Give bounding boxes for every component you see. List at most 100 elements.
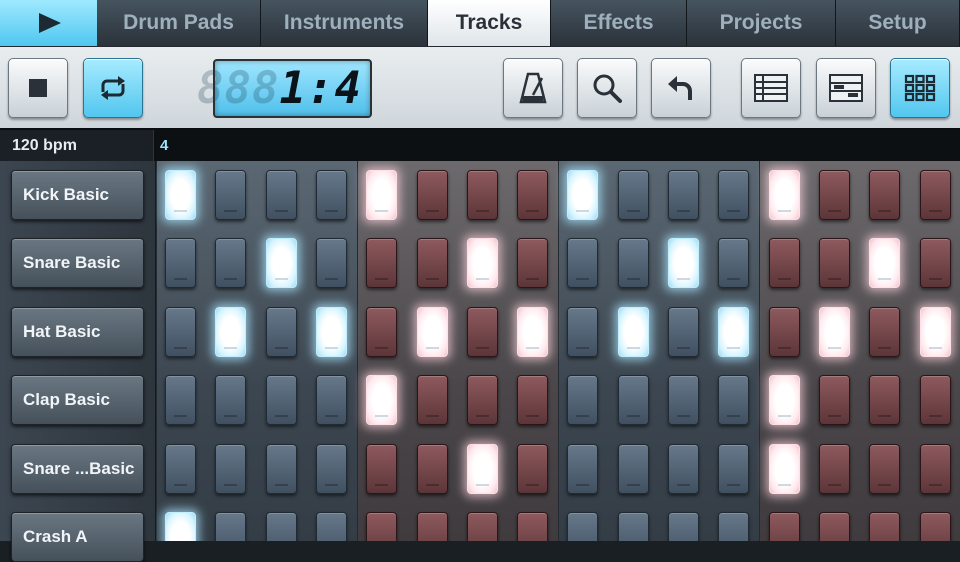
track-button[interactable]: Snare Basic [11,238,144,288]
tab-tracks[interactable]: Tracks [428,0,551,46]
track-button[interactable]: Crash A [11,512,144,562]
tab-projects[interactable]: Projects [687,0,836,46]
step-pad[interactable] [920,238,951,288]
step-pad[interactable] [165,375,196,425]
step-pad[interactable] [718,170,749,220]
step-pad[interactable] [316,375,347,425]
step-pad[interactable] [266,375,297,425]
step-pad[interactable] [567,170,598,220]
step-pad[interactable] [869,170,900,220]
step-pad[interactable] [920,375,951,425]
step-pad[interactable] [668,375,699,425]
step-pad[interactable] [819,307,850,357]
step-pad[interactable] [215,238,246,288]
step-pad[interactable] [215,512,246,541]
step-pad[interactable] [819,512,850,541]
step-pad[interactable] [215,444,246,494]
step-pad[interactable] [618,375,649,425]
step-pad[interactable] [869,307,900,357]
piano-roll-view-button[interactable] [816,58,876,118]
grid-view-button[interactable] [890,58,950,118]
step-pad[interactable] [920,307,951,357]
step-pad[interactable] [366,307,397,357]
step-pad[interactable] [920,512,951,541]
step-pad[interactable] [718,375,749,425]
step-pad[interactable] [618,307,649,357]
step-pad[interactable] [567,444,598,494]
step-pad[interactable] [467,307,498,357]
metronome-button[interactable] [503,58,563,118]
step-pad[interactable] [417,307,448,357]
step-pad[interactable] [517,444,548,494]
step-pad[interactable] [417,512,448,541]
step-pad[interactable] [215,170,246,220]
step-pad[interactable] [819,375,850,425]
tab-drum-pads[interactable]: Drum Pads [97,0,261,46]
step-pad[interactable] [266,512,297,541]
step-pad[interactable] [467,512,498,541]
track-button[interactable]: Clap Basic [11,375,144,425]
step-pad[interactable] [215,375,246,425]
search-button[interactable] [577,58,637,118]
step-pad[interactable] [165,170,196,220]
step-pad[interactable] [366,375,397,425]
step-pad[interactable] [819,170,850,220]
step-pad[interactable] [769,170,800,220]
step-pad[interactable] [819,238,850,288]
tab-effects[interactable]: Effects [551,0,687,46]
step-pad[interactable] [668,238,699,288]
step-pad[interactable] [668,444,699,494]
step-pad[interactable] [417,170,448,220]
step-pad[interactable] [618,238,649,288]
step-pad[interactable] [266,444,297,494]
track-button[interactable]: Kick Basic [11,170,144,220]
stop-button[interactable] [8,58,68,118]
step-pad[interactable] [417,238,448,288]
step-pad[interactable] [316,444,347,494]
step-pad[interactable] [819,444,850,494]
step-pad[interactable] [869,512,900,541]
step-pad[interactable] [567,375,598,425]
step-pad[interactable] [467,375,498,425]
step-pad[interactable] [769,238,800,288]
step-pad[interactable] [769,444,800,494]
track-button[interactable]: Snare ...Basic [11,444,144,494]
step-pad[interactable] [618,170,649,220]
tab-instruments[interactable]: Instruments [261,0,428,46]
step-pad[interactable] [316,512,347,541]
step-pad[interactable] [467,444,498,494]
step-pad[interactable] [769,512,800,541]
step-pad[interactable] [215,307,246,357]
step-pad[interactable] [366,238,397,288]
step-pad[interactable] [417,444,448,494]
step-pad[interactable] [165,512,196,541]
step-pad[interactable] [769,375,800,425]
step-pad[interactable] [417,375,448,425]
step-pad[interactable] [316,170,347,220]
play-button[interactable] [0,0,98,46]
list-view-button[interactable] [741,58,801,118]
step-pad[interactable] [517,512,548,541]
step-pad[interactable] [869,238,900,288]
step-pad[interactable] [769,307,800,357]
loop-button[interactable] [83,58,143,118]
step-pad[interactable] [165,238,196,288]
step-pad[interactable] [718,238,749,288]
undo-button[interactable] [651,58,711,118]
step-pad[interactable] [366,170,397,220]
step-pad[interactable] [467,170,498,220]
step-pad[interactable] [920,444,951,494]
step-pad[interactable] [366,512,397,541]
step-pad[interactable] [718,307,749,357]
step-pad[interactable] [517,307,548,357]
step-pad[interactable] [567,238,598,288]
step-pad[interactable] [165,307,196,357]
step-pad[interactable] [517,375,548,425]
tab-setup[interactable]: Setup [836,0,960,46]
step-pad[interactable] [668,307,699,357]
step-pad[interactable] [517,238,548,288]
step-pad[interactable] [266,238,297,288]
step-pad[interactable] [165,444,196,494]
step-pad[interactable] [668,512,699,541]
step-pad[interactable] [316,238,347,288]
